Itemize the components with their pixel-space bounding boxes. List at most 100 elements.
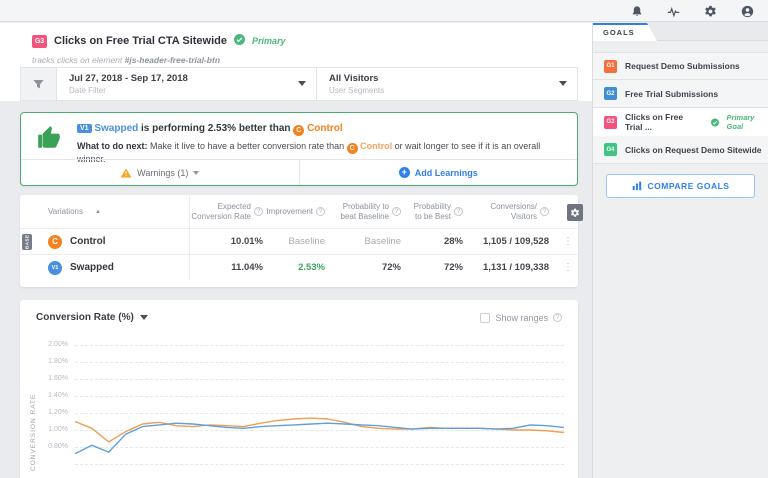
y-axis-title: CONVERSION RATE bbox=[30, 377, 37, 478]
sidebar-item-goal-4[interactable]: G4 Clicks on Request Demo Sitewide bbox=[593, 136, 768, 164]
goal-badge: G4 bbox=[604, 143, 617, 156]
table-row-control: BASE C Control 10.01% Baseline Baseline … bbox=[20, 228, 578, 254]
bell-icon[interactable] bbox=[631, 5, 643, 18]
kebab-menu-icon[interactable]: ⋮ bbox=[563, 263, 573, 273]
goal-label: Request Demo Submissions bbox=[625, 61, 740, 71]
primary-label: Primary bbox=[252, 36, 286, 46]
column-header-probability-beat-baseline: Probability to beat Baseline ? bbox=[334, 195, 410, 228]
help-icon[interactable]: ? bbox=[392, 207, 401, 216]
sidebar-item-goal-1[interactable]: G1 Request Demo Submissions bbox=[593, 52, 768, 80]
main-content: G3 Clicks on Free Trial CTA Sitewide Pri… bbox=[0, 23, 592, 478]
y-axis-tick-label: 0.80% bbox=[20, 443, 68, 450]
goal-badge: G3 bbox=[32, 35, 47, 48]
experiment-header: G3 Clicks on Free Trial CTA Sitewide Pri… bbox=[0, 23, 592, 101]
conversions-visitors-value: 1,105 / 109,528 bbox=[472, 229, 558, 254]
tab-goals[interactable]: GOALS bbox=[593, 23, 657, 41]
chart-metric-dropdown[interactable]: Conversion Rate (%) bbox=[36, 312, 148, 323]
goal-selector: #js-header-free-trial-btn bbox=[125, 55, 220, 65]
banner-headline: V1 Swapped is performing 2.53% better th… bbox=[77, 123, 557, 136]
control-badge: C bbox=[347, 143, 358, 154]
warnings-label: Warnings (1) bbox=[137, 168, 188, 178]
date-filter-dropdown[interactable]: Jul 27, 2018 - Sep 17, 2018 Date Filter bbox=[57, 68, 317, 100]
warning-icon bbox=[120, 168, 132, 178]
chart-card: Conversion Rate (%) Show ranges ? 2.00%1… bbox=[20, 300, 578, 478]
sidebar-item-goal-3-active[interactable]: G3 Clicks on Free Trial ... Primary Goal bbox=[592, 108, 768, 136]
improvement-value: Baseline bbox=[272, 229, 334, 254]
help-icon[interactable]: ? bbox=[553, 313, 562, 322]
chevron-down-icon bbox=[193, 171, 199, 175]
gear-icon[interactable] bbox=[704, 5, 717, 18]
y-axis-tick-label: 1.20% bbox=[20, 409, 68, 416]
conversion-rate-plot: 2.00%1.80%1.60%1.40%1.20%1.00%0.80% CONV… bbox=[20, 327, 578, 478]
date-filter-value: Jul 27, 2018 - Sep 17, 2018 bbox=[69, 73, 306, 84]
control-badge: C bbox=[48, 235, 62, 249]
variation-badge: V1 bbox=[77, 124, 92, 133]
thumbs-up-icon bbox=[21, 113, 77, 164]
winner-banner: V1 Swapped is performing 2.53% better th… bbox=[20, 112, 578, 186]
topbar bbox=[0, 0, 768, 22]
kebab-menu-icon[interactable]: ⋮ bbox=[563, 237, 573, 247]
goal-label: Clicks on Request Demo Sitewide bbox=[625, 145, 762, 155]
column-header-variations[interactable]: Variations ▲ bbox=[20, 195, 190, 228]
help-icon[interactable]: ? bbox=[316, 207, 325, 216]
series-line-control bbox=[75, 418, 564, 442]
help-icon[interactable]: ? bbox=[454, 207, 463, 216]
expected-conversion-rate-value: 11.04% bbox=[190, 255, 272, 280]
page-title: Clicks on Free Trial CTA Sitewide bbox=[54, 35, 227, 47]
compare-goals-label: COMPARE GOALS bbox=[648, 181, 730, 191]
control-badge: C bbox=[293, 125, 304, 136]
chart-lines bbox=[75, 345, 564, 478]
active-tab-accent bbox=[593, 23, 648, 25]
next-label: What to do next: bbox=[77, 141, 148, 151]
variation-name: Swapped bbox=[70, 262, 114, 273]
user-segments-dropdown[interactable]: All Visitors User Segments bbox=[317, 68, 577, 100]
goal-description: tracks clicks on element #js-header-free… bbox=[0, 50, 592, 65]
variation-badge: V1 bbox=[48, 261, 62, 275]
gear-icon bbox=[570, 208, 580, 218]
add-learnings-label: Add Learnings bbox=[415, 168, 478, 178]
table-row-swapped: V1 Swapped 11.04% 2.53% 72% 72% 1,131 / … bbox=[20, 254, 578, 280]
y-axis-tick-label: 2.00% bbox=[20, 341, 68, 348]
goal-label: Free Trial Submissions bbox=[625, 89, 718, 99]
y-axis-tick-label: 1.60% bbox=[20, 375, 68, 382]
activity-icon[interactable] bbox=[667, 6, 680, 18]
goal-list: G1 Request Demo Submissions G2 Free Tria… bbox=[593, 52, 768, 164]
help-icon[interactable]: ? bbox=[540, 207, 549, 216]
primary-goal-label: Primary Goal bbox=[727, 113, 768, 131]
filter-funnel-button[interactable] bbox=[21, 68, 57, 100]
show-ranges-checkbox[interactable] bbox=[480, 313, 490, 323]
probability-to-be-best-value: 28% bbox=[410, 229, 472, 254]
probability-beat-baseline-value: Baseline bbox=[334, 229, 410, 254]
variation-name: Control bbox=[70, 236, 106, 247]
variations-header-label: Variations bbox=[48, 207, 83, 216]
help-icon[interactable]: ? bbox=[254, 207, 263, 216]
bar-chart-icon bbox=[632, 181, 642, 191]
column-header-conversions-visitors: Conversions/ Visitors ? bbox=[472, 195, 558, 228]
table-settings-button[interactable] bbox=[567, 204, 583, 221]
sidebar-item-goal-2[interactable]: G2 Free Trial Submissions bbox=[593, 80, 768, 108]
goals-tab-label: GOALS bbox=[603, 28, 635, 37]
sort-ascending-icon: ▲ bbox=[95, 209, 101, 215]
add-learnings-button[interactable]: + Add Learnings bbox=[300, 160, 578, 185]
compare-goals-button[interactable]: COMPARE GOALS bbox=[606, 174, 755, 198]
goal-badge: G1 bbox=[604, 60, 617, 73]
results-table: Variations ▲ Expected Conversion Rate ? … bbox=[20, 195, 578, 287]
user-segments-label: User Segments bbox=[329, 86, 567, 95]
chart-title: Conversion Rate (%) bbox=[36, 312, 134, 323]
control-name: Control bbox=[360, 141, 392, 151]
header-label: Improvement bbox=[266, 207, 313, 217]
control-name: Control bbox=[307, 123, 343, 134]
user-segments-value: All Visitors bbox=[329, 73, 567, 84]
plus-icon: + bbox=[399, 167, 410, 178]
column-header-expected-conversion-rate: Expected Conversion Rate ? bbox=[190, 195, 272, 228]
header-label: Conversions/ Visitors bbox=[472, 202, 537, 222]
warnings-toggle[interactable]: Warnings (1) bbox=[21, 160, 300, 185]
y-axis-tick-label: 1.40% bbox=[20, 392, 68, 399]
baseline-tag: BASE bbox=[22, 234, 32, 250]
user-icon[interactable] bbox=[741, 5, 754, 18]
header-label: Expected Conversion Rate bbox=[190, 202, 251, 222]
series-line-swapped bbox=[75, 423, 564, 454]
goal-label: Clicks on Free Trial ... bbox=[625, 112, 703, 132]
next-text-pre: Make it live to have a better conversion… bbox=[150, 141, 344, 151]
column-header-probability-to-be-best: Probability to be Best ? bbox=[410, 195, 472, 228]
